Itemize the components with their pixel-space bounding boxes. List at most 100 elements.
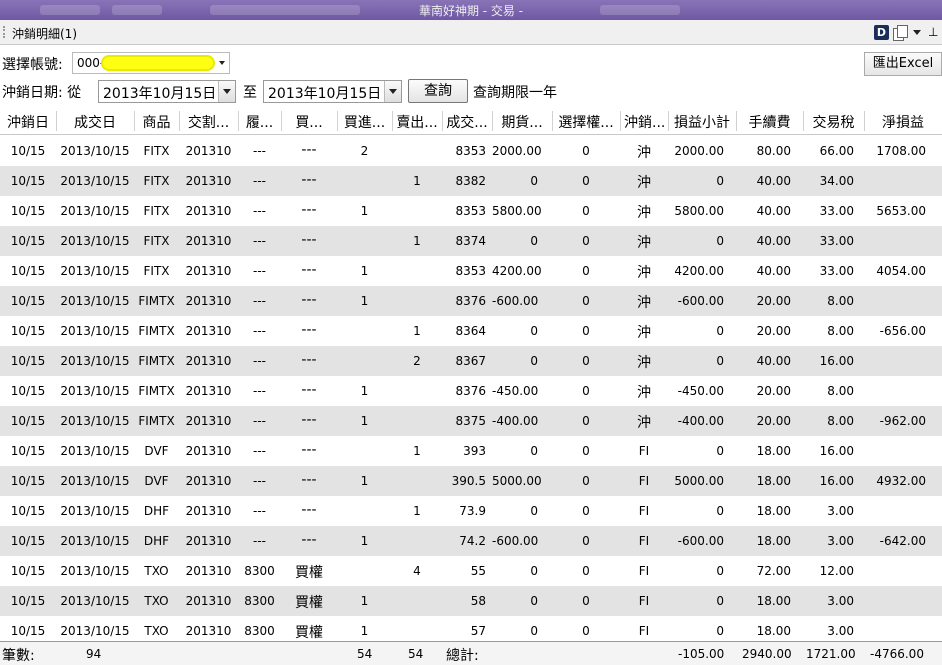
table-row[interactable]: 10/15 2013/10/15 FITX 201310 --- --- 1 8382 0 0 沖 0… (0, 166, 942, 196)
table-row[interactable]: 10/15 2013/10/15 TXO 201310 8300 買權 1 57 0 0 FI 0 18… (0, 616, 942, 640)
cell-fee: 18.00 (756, 594, 791, 608)
cell-trade-price: 8382 (455, 174, 486, 188)
table-row[interactable]: 10/15 2013/10/15 FITX 201310 --- --- 1 8374 0 0 沖 0… (0, 226, 942, 256)
cell-option-pl: 0 (582, 474, 590, 488)
column-divider[interactable] (668, 111, 669, 131)
cell-strike: --- (253, 504, 266, 518)
cell-offset-date: 10/15 (10, 174, 46, 188)
column-header-call-put[interactable]: 買... (285, 112, 333, 132)
cell-offset-type: 沖 (637, 205, 651, 221)
cell-buy-qty: 1 (360, 384, 369, 398)
table-row[interactable]: 10/15 2013/10/15 FIMTX 201310 --- --- 1 8376 -60… (0, 286, 942, 316)
d-app-icon[interactable]: D (874, 25, 889, 40)
cell-sell-qty: 1 (413, 174, 421, 188)
column-header-buy-qty[interactable]: 買進... (341, 112, 388, 132)
table-row[interactable]: 10/15 2013/10/15 DVF 201310 --- --- 1 390.5 5000… (0, 466, 942, 496)
column-divider[interactable] (803, 111, 804, 131)
copy-pages-icon[interactable] (893, 25, 908, 41)
cell-futures-pl: -600.00 (492, 294, 539, 308)
column-header-delivery-month[interactable]: 交割... (183, 112, 234, 132)
table-row[interactable]: 10/15 2013/10/15 FITX 201310 --- --- 2 8353 2000… (0, 136, 942, 166)
column-header-strike[interactable]: 履... (242, 112, 277, 132)
cell-offset-type: FI (638, 534, 650, 548)
cell-trade-date: 2013/10/15 (60, 264, 130, 278)
cell-tax: 8.00 (827, 414, 854, 428)
cell-pl-subtotal: -600.00 (677, 294, 724, 308)
column-header-pl-subtotal[interactable]: 損益小計 (672, 112, 732, 132)
query-limit-note: 查詢期限一年 (473, 85, 557, 101)
table-row[interactable]: 10/15 2013/10/15 DHF 201310 --- --- 1 74.2 -600.… (0, 526, 942, 556)
date-to-picker[interactable]: 2013年10月15日 (263, 80, 402, 103)
cell-strike: --- (253, 324, 266, 338)
table-row[interactable]: 10/15 2013/10/15 FITX 201310 --- --- 1 8353 4200… (0, 256, 942, 286)
column-divider[interactable] (442, 111, 443, 131)
table-row[interactable]: 10/15 2013/10/15 FIMTX 201310 --- --- 1 8364 0 0 沖… (0, 316, 942, 346)
cell-offset-date: 10/15 (10, 414, 46, 428)
cell-product: FITX (143, 204, 170, 218)
pin-icon[interactable]: ⊥ (928, 25, 938, 39)
column-divider[interactable] (179, 111, 180, 131)
cell-call-put: --- (301, 142, 317, 158)
cell-call-put: --- (301, 202, 317, 218)
column-header-offset-date[interactable]: 沖銷日 (4, 112, 52, 132)
cell-fee: 18.00 (756, 504, 791, 518)
cell-buy-qty: 1 (360, 414, 369, 428)
cell-call-put: --- (301, 532, 317, 548)
cell-offset-type: FI (638, 594, 650, 608)
column-header-product[interactable]: 商品 (138, 112, 175, 132)
column-divider[interactable] (134, 111, 135, 131)
column-divider[interactable] (552, 111, 553, 131)
table-row[interactable]: 10/15 2013/10/15 FIMTX 201310 --- --- 1 8376 -45… (0, 376, 942, 406)
cell-trade-date: 2013/10/15 (60, 504, 130, 518)
column-header-option-pl[interactable]: 選擇權... (556, 112, 616, 132)
table-row[interactable]: 10/15 2013/10/15 TXO 201310 8300 買權 4 55 0 0 FI 0 72… (0, 556, 942, 586)
column-divider[interactable] (337, 111, 338, 131)
column-header-futures-pl[interactable]: 期貨... (496, 112, 548, 132)
count-label: 筆數: (2, 648, 35, 664)
cell-option-pl: 0 (582, 534, 590, 548)
column-divider[interactable] (56, 111, 57, 131)
calendar-dropdown-button[interactable] (384, 81, 401, 102)
column-header-trade-price[interactable]: 成交... (446, 112, 488, 132)
cell-product: FIMTX (138, 384, 175, 398)
query-button[interactable]: 查詢 (408, 79, 468, 103)
cell-offset-type: 沖 (637, 325, 651, 341)
cell-net-pl: -642.00 (879, 534, 926, 548)
table-row[interactable]: 10/15 2013/10/15 TXO 201310 8300 買權 1 58 0 0 FI 0 18… (0, 586, 942, 616)
table-row[interactable]: 10/15 2013/10/15 FITX 201310 --- --- 1 8353 5800… (0, 196, 942, 226)
cell-strike: --- (253, 144, 266, 158)
column-divider[interactable] (620, 111, 621, 131)
column-divider[interactable] (492, 111, 493, 131)
grip-handle-icon[interactable] (3, 26, 7, 38)
column-header-tax[interactable]: 交易稅 (807, 112, 860, 132)
calendar-dropdown-button[interactable] (218, 81, 235, 102)
column-header-fee[interactable]: 手續費 (740, 112, 799, 132)
column-header-sell-qty[interactable]: 賣出... (396, 112, 438, 132)
cell-strike: --- (253, 204, 266, 218)
dropdown-arrow-icon[interactable] (913, 30, 921, 35)
column-divider[interactable] (238, 111, 239, 131)
column-header-offset-type[interactable]: 沖銷... (624, 112, 664, 132)
cell-tax: 33.00 (819, 234, 854, 248)
cell-option-pl: 0 (582, 504, 590, 518)
cell-option-pl: 0 (582, 594, 590, 608)
column-divider[interactable] (736, 111, 737, 131)
cell-trade-date: 2013/10/15 (60, 384, 130, 398)
export-excel-button[interactable]: 匯出Excel (864, 52, 942, 76)
table-row[interactable]: 10/15 2013/10/15 DHF 201310 --- --- 1 73.9 0 0 FI 0… (0, 496, 942, 526)
cell-delivery-month: 201310 (185, 414, 232, 428)
column-header-trade-date[interactable]: 成交日 (60, 112, 130, 132)
column-divider[interactable] (281, 111, 282, 131)
column-divider[interactable] (864, 111, 865, 131)
cell-tax: 16.00 (819, 444, 854, 458)
table-row[interactable]: 10/15 2013/10/15 FIMTX 201310 --- --- 2 8367 0 0 沖… (0, 346, 942, 376)
cell-offset-date: 10/15 (10, 354, 46, 368)
table-row[interactable]: 10/15 2013/10/15 DVF 201310 --- --- 1 393 0 0 FI 0 1… (0, 436, 942, 466)
table-row[interactable]: 10/15 2013/10/15 FIMTX 201310 --- --- 1 8375 -40… (0, 406, 942, 436)
column-divider[interactable] (392, 111, 393, 131)
account-select[interactable]: 000- (72, 52, 230, 74)
masked-account-highlight (101, 55, 215, 71)
column-header-net-pl[interactable]: 淨損益 (868, 112, 938, 132)
date-from-picker[interactable]: 2013年10月15日 (98, 80, 236, 103)
cell-buy-qty: 1 (360, 594, 369, 608)
